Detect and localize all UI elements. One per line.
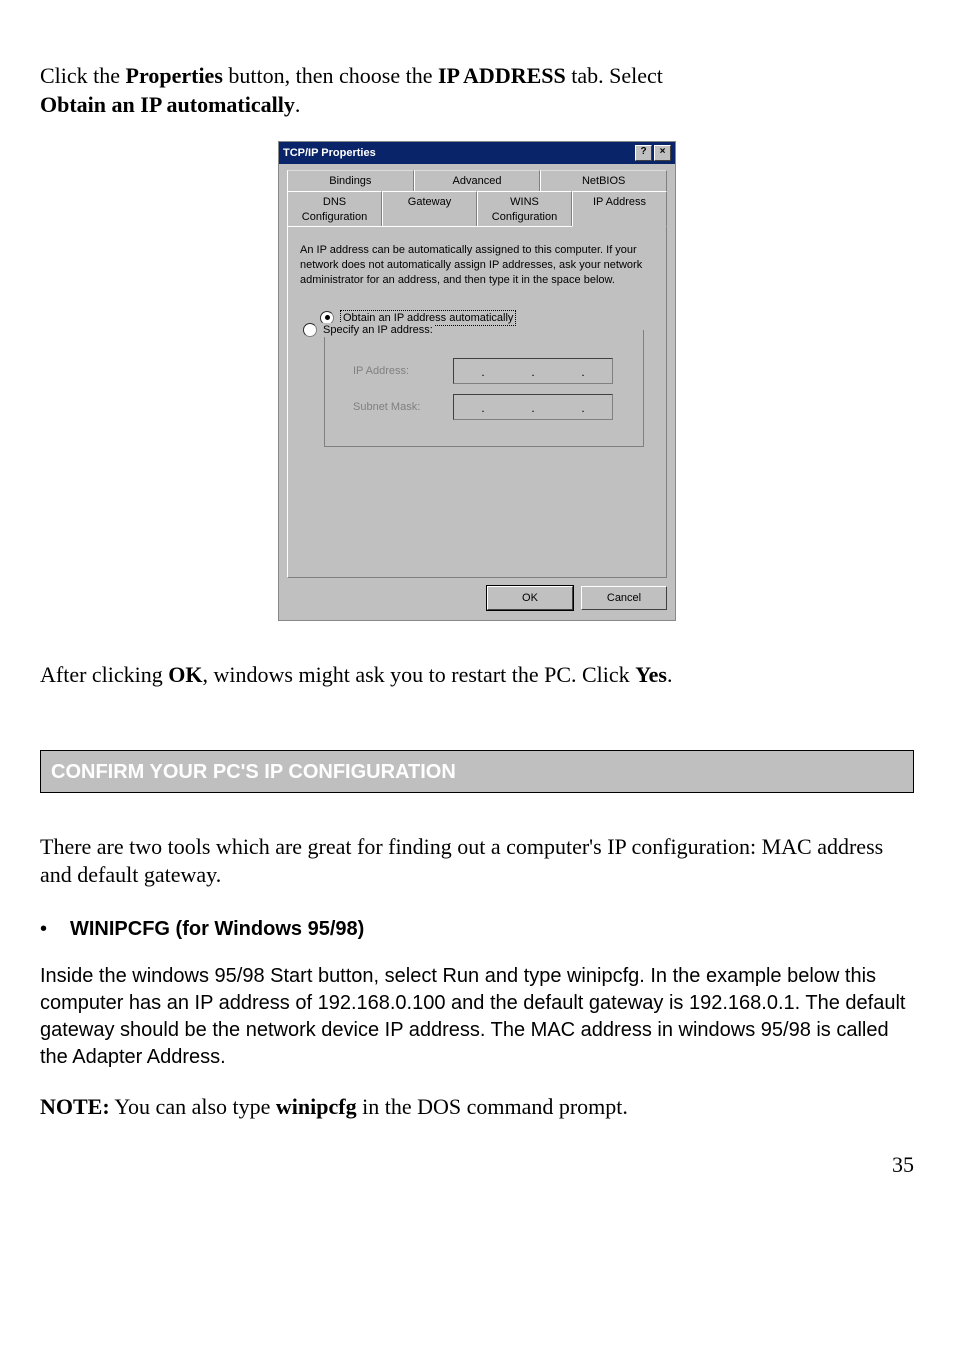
tools-paragraph: There are two tools which are great for …	[40, 833, 914, 890]
help-icon[interactable]: ?	[635, 145, 652, 161]
specify-ip-group: Specify an IP address: IP Address: ... S…	[324, 330, 644, 447]
tab-netbios[interactable]: NetBIOS	[540, 170, 667, 191]
ip-address-input[interactable]: ...	[453, 358, 613, 384]
tcpip-properties-dialog: TCP/IP Properties ? × Bindings Advanced …	[278, 141, 676, 621]
tab-advanced[interactable]: Advanced	[414, 170, 541, 191]
radio-specify-label: Specify an IP address:	[323, 323, 433, 337]
info-text: An IP address can be automatically assig…	[300, 243, 654, 288]
ip-address-label: IP Address:	[353, 364, 437, 378]
intro-paragraph: Click the Properties button, then choose…	[40, 62, 914, 119]
subnet-mask-row: Subnet Mask: ...	[353, 394, 627, 420]
ok-button[interactable]: OK	[487, 586, 573, 610]
page-number: 35	[40, 1151, 914, 1180]
ip-address-row: IP Address: ...	[353, 358, 627, 384]
tab-bindings[interactable]: Bindings	[287, 170, 414, 191]
note-paragraph: NOTE: You can also type winipcfg in the …	[40, 1093, 914, 1122]
tab-ip-address[interactable]: IP Address	[572, 191, 667, 227]
dialog-titlebar: TCP/IP Properties ? ×	[279, 142, 675, 164]
subnet-mask-label: Subnet Mask:	[353, 400, 437, 414]
tab-gateway[interactable]: Gateway	[382, 191, 477, 227]
tab-panel: An IP address can be automatically assig…	[287, 226, 667, 578]
close-icon[interactable]: ×	[654, 145, 671, 161]
winipcfg-paragraph: Inside the windows 95/98 Start button, s…	[40, 963, 914, 1071]
subnet-mask-input[interactable]: ...	[453, 394, 613, 420]
after-paragraph: After clicking OK, windows might ask you…	[40, 661, 914, 690]
radio-unselected-icon[interactable]	[303, 323, 317, 337]
bullet-winipcfg: WINIPCFG (for Windows 95/98)	[40, 916, 914, 943]
section-heading: CONFIRM YOUR PC'S IP CONFIGURATION	[40, 750, 914, 793]
tab-dns-configuration[interactable]: DNS Configuration	[287, 191, 382, 227]
cancel-button[interactable]: Cancel	[581, 586, 667, 610]
dialog-title: TCP/IP Properties	[283, 146, 376, 160]
tab-wins-configuration[interactable]: WINS Configuration	[477, 191, 572, 227]
